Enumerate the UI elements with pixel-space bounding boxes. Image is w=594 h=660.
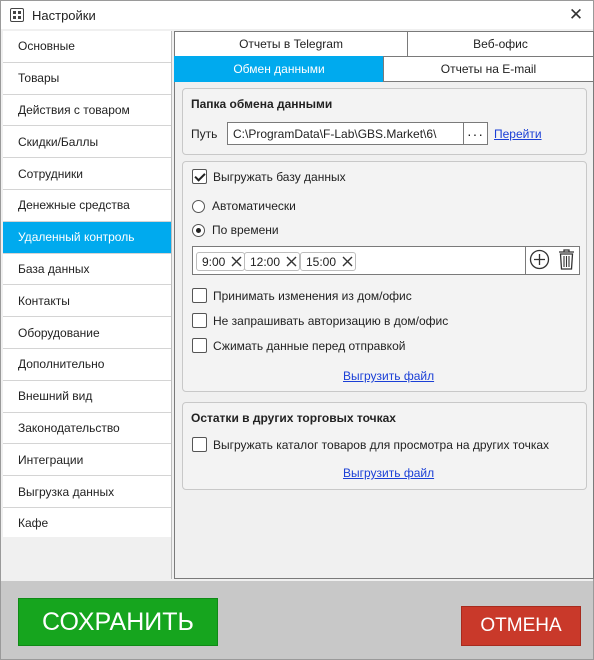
time-chip: 9:00: [196, 252, 246, 271]
accept-changes-checkbox[interactable]: Принимать изменения из дом/офис: [192, 288, 412, 303]
delete-times-button[interactable]: [557, 248, 576, 273]
remove-time-button[interactable]: [228, 254, 244, 270]
tab-telegram-reports[interactable]: Отчеты в Telegram: [174, 31, 408, 57]
sidebar-item-data-export[interactable]: Выгрузка данных: [3, 476, 171, 508]
times-list: 9:00 12:00 15:00: [192, 246, 580, 275]
mode-auto-label: Автоматически: [212, 199, 296, 213]
times-actions: [525, 247, 579, 274]
time-chip-label: 9:00: [202, 254, 226, 269]
sidebar-item-additional[interactable]: Дополнительно: [3, 348, 171, 381]
cancel-button[interactable]: ОТМЕНА: [461, 606, 581, 646]
remove-icon: [231, 256, 242, 267]
browse-button[interactable]: ···: [463, 123, 487, 144]
mode-time-radio[interactable]: По времени: [192, 223, 279, 237]
sidebar-item-remote-control[interactable]: Удаленный контроль: [3, 221, 171, 254]
sidebar-item-equipment[interactable]: Оборудование: [3, 317, 171, 349]
trash-icon: [558, 249, 574, 270]
path-label: Путь: [191, 127, 218, 141]
close-button[interactable]: ✕: [565, 4, 587, 26]
export-group: Выгружать базу данных Автоматически По в…: [182, 161, 587, 392]
sidebar-item-cafe[interactable]: Кафе: [3, 507, 171, 540]
tab-content: Папка обмена данными Путь C:\ProgramData…: [174, 82, 594, 579]
stock-group: Остатки в других торговых точках Выгружа…: [182, 402, 587, 490]
exchange-folder-group: Папка обмена данными Путь C:\ProgramData…: [182, 88, 587, 155]
add-time-button[interactable]: [529, 249, 550, 273]
settings-window: Настройки ✕ Основные Товары Действия с т…: [0, 0, 594, 660]
sidebar-item-money[interactable]: Денежные средства: [3, 189, 171, 222]
sidebar-item-contacts[interactable]: Контакты: [3, 285, 171, 318]
tab-email-reports[interactable]: Отчеты на E-mail: [383, 56, 594, 82]
footer-bar: СОХРАНИТЬ ОТМЕНА: [1, 581, 593, 659]
accept-changes-label: Принимать изменения из дом/офис: [213, 288, 412, 303]
remove-icon: [342, 256, 353, 267]
save-button[interactable]: СОХРАНИТЬ: [18, 598, 218, 646]
sidebar-item-discounts[interactable]: Скидки/Баллы: [3, 126, 171, 159]
time-chip-label: 12:00: [250, 254, 281, 269]
upload-file-link[interactable]: Выгрузить файл: [343, 369, 434, 383]
checkbox-unchecked-icon: [192, 338, 207, 353]
checkbox-unchecked-icon: [192, 288, 207, 303]
app-icon: [10, 8, 24, 22]
time-chip: 12:00: [244, 252, 301, 271]
sidebar-item-employees[interactable]: Сотрудники: [3, 158, 171, 190]
sidebar-item-appearance[interactable]: Внешний вид: [3, 380, 171, 413]
time-chip-label: 15:00: [306, 254, 337, 269]
checkbox-unchecked-icon: [192, 313, 207, 328]
mode-auto-radio[interactable]: Автоматически: [192, 199, 296, 213]
export-catalog-label: Выгружать каталог товаров для просмотра …: [213, 437, 550, 452]
checkbox-unchecked-icon: [192, 437, 207, 452]
export-catalog-checkbox[interactable]: Выгружать каталог товаров для просмотра …: [192, 437, 549, 452]
compress-checkbox[interactable]: Сжимать данные перед отправкой: [192, 338, 405, 353]
window-title: Настройки: [32, 8, 96, 23]
stock-upload-file-link[interactable]: Выгрузить файл: [343, 466, 434, 480]
checkbox-checked-icon: [192, 169, 207, 184]
plus-circle-icon: [530, 249, 550, 269]
remove-time-button[interactable]: [283, 254, 299, 270]
mode-time-label: По времени: [212, 223, 279, 237]
sidebar-item-legislation[interactable]: Законодательство: [3, 412, 171, 445]
radio-unchecked-icon: [192, 199, 205, 213]
remove-icon: [286, 256, 297, 267]
stock-title: Остатки в других торговых точках: [191, 411, 396, 425]
no-auth-label: Не запрашивать авторизацию в дом/офис: [213, 313, 449, 328]
sidebar-empty-area: [3, 537, 171, 579]
tab-data-exchange[interactable]: Обмен данными: [174, 56, 384, 82]
no-auth-checkbox[interactable]: Не запрашивать авторизацию в дом/офис: [192, 313, 448, 328]
export-db-label: Выгружать базу данных: [213, 169, 346, 184]
tab-web-office[interactable]: Веб-офис: [407, 31, 594, 57]
time-chip: 15:00: [300, 252, 357, 271]
path-field[interactable]: C:\ProgramData\F-Lab\GBS.Market\6\ ···: [227, 122, 488, 145]
sidebar-item-database[interactable]: База данных: [3, 253, 171, 286]
exchange-folder-title: Папка обмена данными: [191, 97, 333, 111]
sidebar-item-goods-actions[interactable]: Действия с товаром: [3, 94, 171, 127]
path-input[interactable]: C:\ProgramData\F-Lab\GBS.Market\6\: [228, 127, 463, 141]
sidebar-item-general[interactable]: Основные: [3, 31, 171, 63]
sidebar-item-integrations[interactable]: Интеграции: [3, 444, 171, 477]
close-icon: ✕: [568, 5, 584, 24]
title-bar: Настройки ✕: [1, 1, 593, 29]
goto-link[interactable]: Перейти: [494, 127, 542, 141]
sidebar-item-goods[interactable]: Товары: [3, 62, 171, 95]
remove-time-button[interactable]: [339, 254, 355, 270]
sidebar: Основные Товары Действия с товаром Скидк…: [3, 31, 172, 579]
compress-label: Сжимать данные перед отправкой: [213, 338, 406, 353]
radio-checked-icon: [192, 223, 205, 237]
export-db-checkbox[interactable]: Выгружать базу данных: [192, 169, 346, 184]
